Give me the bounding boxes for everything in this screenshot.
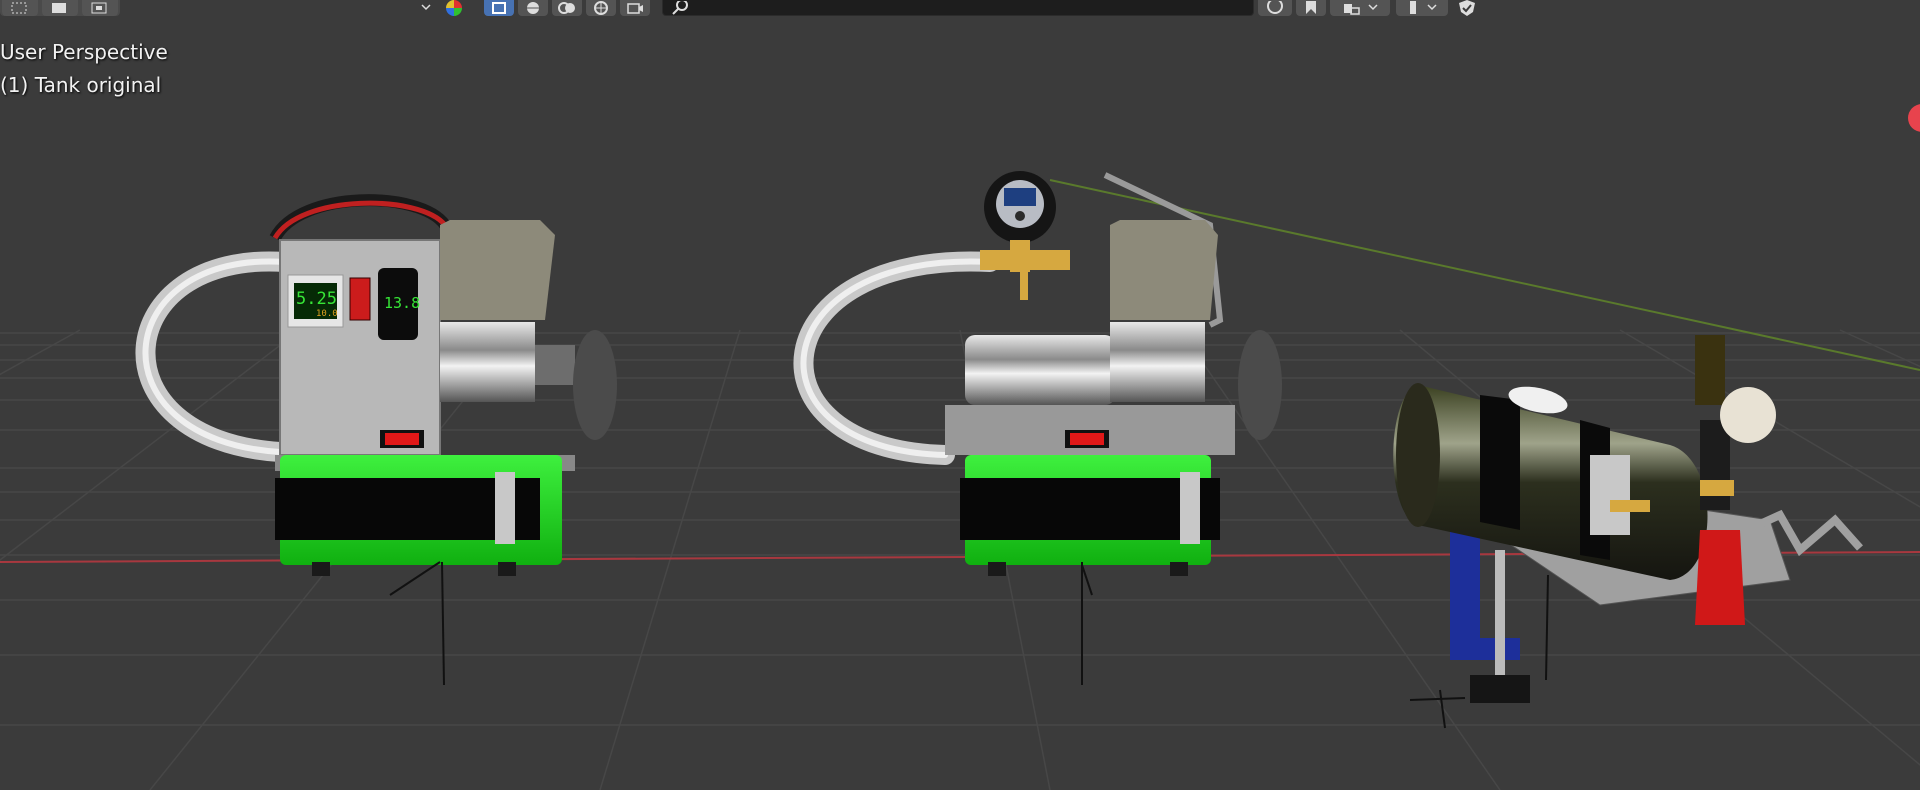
active-object-label: (1) Tank original xyxy=(0,73,162,97)
pressure-subdisplay: 10.0 xyxy=(316,309,338,319)
layers-icon[interactable] xyxy=(1330,0,1390,16)
3d-viewport[interactable]: 5.25 10.0 13.8 xyxy=(0,0,1920,790)
select-box-icon[interactable] xyxy=(2,0,38,16)
voltage-display: 13.8 xyxy=(384,294,420,312)
search-input[interactable] xyxy=(662,0,1254,16)
selection-mode-group xyxy=(0,0,120,16)
viewport-header xyxy=(0,0,1920,18)
chevron-down-icon xyxy=(1427,4,1437,11)
overlay-icon[interactable] xyxy=(552,0,582,16)
object-mode-icon[interactable] xyxy=(484,0,514,16)
compressor-left[interactable]: 5.25 10.0 13.8 xyxy=(135,194,617,686)
circle-icon[interactable] xyxy=(1258,0,1292,16)
viewport-shading-icon[interactable] xyxy=(518,0,548,16)
view-mode-label: User Perspective xyxy=(0,40,168,64)
color-wheel-icon[interactable] xyxy=(440,0,468,16)
air-tank[interactable] xyxy=(1393,335,1863,729)
select-subtract-icon[interactable] xyxy=(82,0,118,16)
compressor-middle[interactable] xyxy=(793,171,1282,685)
filter-icon[interactable] xyxy=(1396,0,1448,16)
gizmo-icon[interactable] xyxy=(586,0,616,16)
chevron-down-icon[interactable] xyxy=(416,0,436,16)
bookmark-icon[interactable] xyxy=(1296,0,1326,16)
shield-icon[interactable] xyxy=(1452,0,1482,16)
search-icon xyxy=(671,0,689,19)
pressure-display: 5.25 xyxy=(296,289,337,309)
select-extend-icon[interactable] xyxy=(42,0,78,16)
camera-icon[interactable] xyxy=(620,0,650,16)
chevron-down-icon xyxy=(1368,4,1378,11)
